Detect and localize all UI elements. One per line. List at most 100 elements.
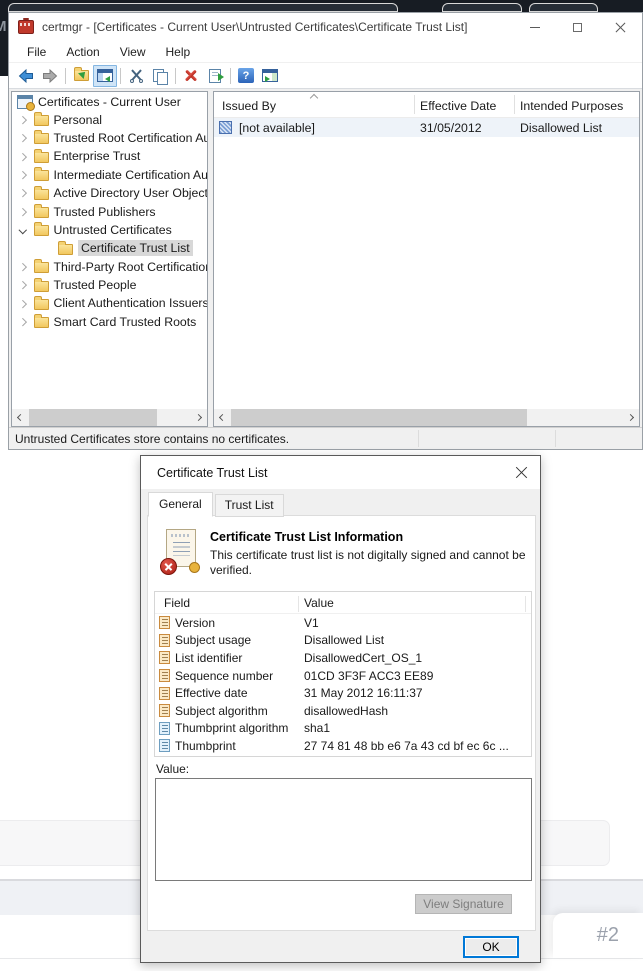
show-console-tree-button[interactable] bbox=[93, 64, 117, 87]
chevron-right-icon[interactable] bbox=[18, 207, 27, 216]
folder-icon bbox=[33, 130, 49, 145]
status-bar: Untrusted Certificates store contains no… bbox=[9, 427, 642, 449]
show-action-pane-button[interactable] bbox=[258, 65, 282, 87]
field-row-sequence-number[interactable]: Sequence number 01CD 3F3F ACC3 EE89 bbox=[155, 667, 531, 685]
field-icon bbox=[159, 616, 170, 630]
fields-table: Field Value Version V1 Subject usage Dis… bbox=[154, 591, 532, 757]
tab-trust-list[interactable]: Trust List bbox=[214, 494, 284, 517]
tree-item-active-directory-user-object[interactable]: Active Directory User Object bbox=[12, 184, 207, 202]
title-bar: certmgr - [Certificates - Current User\U… bbox=[9, 13, 642, 41]
field-row-subject-usage[interactable]: Subject usage Disallowed List bbox=[155, 632, 531, 650]
screen: M #2 certmgr - [Certificates - Current U… bbox=[0, 0, 643, 971]
field-row-thumbprint[interactable]: Thumbprint 27 74 81 48 bb e6 7a 43 cd bf… bbox=[155, 737, 531, 755]
certificate-list-row[interactable]: [not available] 31/05/2012 Disallowed Li… bbox=[214, 118, 639, 137]
certificate-list-pane: Issued By Effective Date Intended Purpos… bbox=[213, 91, 640, 427]
background-tab bbox=[529, 3, 598, 12]
help-button[interactable]: ? bbox=[234, 65, 258, 87]
maximize-button[interactable] bbox=[556, 13, 599, 41]
certificate-trust-list-dialog: Certificate Trust List General Trust Lis… bbox=[140, 455, 541, 963]
tree-item-trusted-people[interactable]: Trusted People bbox=[12, 276, 207, 294]
certificate-store-icon bbox=[17, 95, 35, 112]
column-header-field[interactable]: Field bbox=[164, 596, 190, 610]
scroll-right-button[interactable] bbox=[622, 409, 639, 426]
tree-item-personal[interactable]: Personal bbox=[12, 110, 207, 128]
tree-item-trusted-root-certification-authorities[interactable]: Trusted Root Certification Au bbox=[12, 129, 207, 147]
forward-button[interactable] bbox=[38, 65, 62, 87]
scroll-left-button[interactable] bbox=[12, 409, 29, 426]
chevron-right-icon[interactable] bbox=[18, 281, 27, 289]
cut-button[interactable] bbox=[124, 65, 148, 87]
tree-horizontal-scrollbar[interactable] bbox=[12, 409, 207, 426]
view-signature-button[interactable]: View Signature bbox=[415, 894, 512, 914]
tree-item-trusted-publishers[interactable]: Trusted Publishers bbox=[12, 202, 207, 220]
chevron-right-icon[interactable] bbox=[18, 299, 27, 308]
tree-item-smart-card-trusted-roots[interactable]: Smart Card Trusted Roots bbox=[12, 313, 207, 331]
scroll-right-button[interactable] bbox=[190, 409, 207, 426]
scrollbar-thumb[interactable] bbox=[29, 409, 157, 426]
chevron-right-icon[interactable] bbox=[18, 134, 27, 142]
field-icon bbox=[159, 704, 170, 718]
field-row-version[interactable]: Version V1 bbox=[155, 614, 531, 632]
menu-file[interactable]: File bbox=[17, 43, 56, 61]
chevron-right-icon[interactable] bbox=[18, 262, 27, 271]
ctl-entry-icon bbox=[219, 121, 232, 134]
folder-icon bbox=[33, 185, 49, 200]
chevron-down-icon[interactable] bbox=[18, 226, 27, 234]
field-row-effective-date[interactable]: Effective date 31 May 2012 16:11:37 bbox=[155, 684, 531, 702]
scroll-right-icon bbox=[194, 413, 203, 422]
ctl-not-signed-icon bbox=[160, 529, 200, 575]
tree-item-third-party-root-certification-authorities[interactable]: Third-Party Root Certification bbox=[12, 258, 207, 276]
chevron-right-icon[interactable] bbox=[18, 189, 27, 198]
dialog-close-button[interactable] bbox=[515, 466, 528, 479]
scrollbar-thumb[interactable] bbox=[231, 409, 527, 426]
delete-button[interactable] bbox=[179, 65, 203, 87]
minimize-button[interactable] bbox=[513, 13, 556, 41]
toolbar: ? bbox=[9, 63, 642, 89]
back-button[interactable] bbox=[14, 65, 38, 87]
cell-intended-purposes: Disallowed List bbox=[520, 120, 603, 135]
column-header-intended-purposes[interactable]: Intended Purposes bbox=[520, 92, 623, 117]
export-list-button[interactable] bbox=[203, 65, 227, 87]
tree-item-untrusted-certificates[interactable]: Untrusted Certificates bbox=[12, 221, 207, 239]
folder-icon bbox=[33, 222, 49, 237]
chevron-right-icon[interactable] bbox=[18, 317, 27, 326]
ok-button[interactable]: OK bbox=[463, 936, 519, 958]
tab-general[interactable]: General bbox=[148, 492, 213, 517]
menu-help[interactable]: Help bbox=[156, 43, 201, 61]
certmgr-window: certmgr - [Certificates - Current User\U… bbox=[8, 12, 643, 450]
value-label: Value: bbox=[156, 762, 190, 776]
column-separator[interactable] bbox=[514, 95, 515, 114]
column-separator[interactable] bbox=[414, 95, 415, 114]
up-folder-button[interactable] bbox=[69, 65, 93, 87]
tree-item-intermediate-certification-authorities[interactable]: Intermediate Certification Au bbox=[12, 166, 207, 184]
background-tab bbox=[442, 3, 522, 12]
copy-button[interactable] bbox=[148, 65, 172, 87]
menu-action[interactable]: Action bbox=[56, 43, 109, 61]
status-separator bbox=[418, 430, 419, 447]
scroll-left-button[interactable] bbox=[214, 409, 231, 426]
field-row-subject-algorithm[interactable]: Subject algorithm disallowedHash bbox=[155, 702, 531, 720]
column-header-effective-date[interactable]: Effective Date bbox=[420, 92, 496, 117]
column-header-value[interactable]: Value bbox=[304, 596, 334, 610]
background-app-edge: M bbox=[0, 0, 8, 76]
list-horizontal-scrollbar[interactable] bbox=[214, 409, 639, 426]
certmgr-app-icon bbox=[18, 18, 34, 34]
delete-x-icon bbox=[184, 69, 198, 83]
folder-icon bbox=[33, 259, 49, 274]
tree-root-certificates-current-user[interactable]: Certificates - Current User bbox=[12, 92, 207, 112]
field-row-thumbprint-algorithm[interactable]: Thumbprint algorithm sha1 bbox=[155, 720, 531, 738]
dialog-title-bar: Certificate Trust List bbox=[141, 456, 540, 489]
tree-item-client-authentication-issuers[interactable]: Client Authentication Issuers bbox=[12, 294, 207, 312]
tree-item-certificate-trust-list[interactable]: Certificate Trust List bbox=[12, 239, 207, 257]
field-row-list-identifier[interactable]: List identifier DisallowedCert_OS_1 bbox=[155, 649, 531, 667]
tree-item-enterprise-trust[interactable]: Enterprise Trust bbox=[12, 147, 207, 165]
list-header: Issued By Effective Date Intended Purpos… bbox=[214, 92, 639, 118]
column-header-issued-by[interactable]: Issued By bbox=[222, 92, 276, 117]
chevron-right-icon[interactable] bbox=[18, 115, 27, 124]
value-box[interactable] bbox=[155, 778, 532, 881]
chevron-right-icon[interactable] bbox=[18, 170, 27, 179]
menu-view[interactable]: View bbox=[110, 43, 156, 61]
close-button[interactable] bbox=[599, 13, 642, 41]
chevron-right-icon[interactable] bbox=[18, 152, 27, 161]
background-browser-tab-strip bbox=[0, 0, 643, 12]
